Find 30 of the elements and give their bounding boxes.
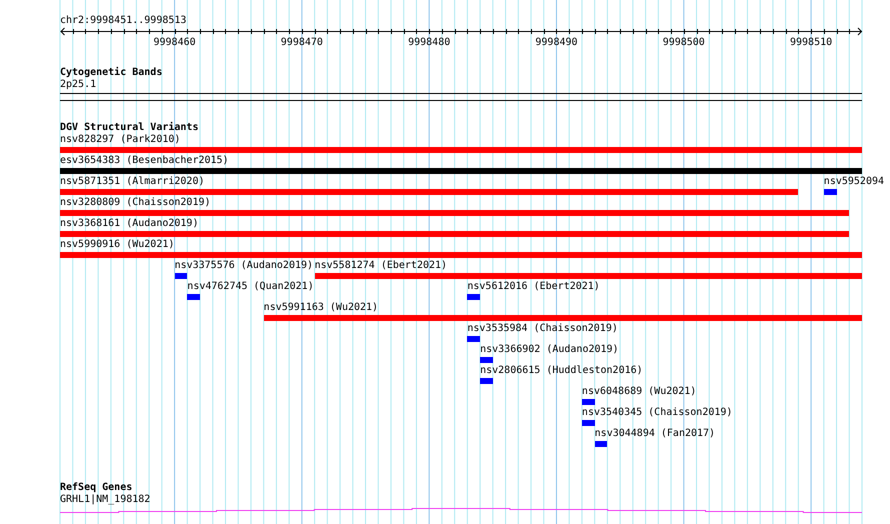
band-label: 2p25.1 — [60, 79, 98, 91]
variant-label: nsv5581274 (Ebert2021) — [314, 260, 448, 272]
variant-label: nsv5952094 — [824, 176, 884, 188]
tick-label: 9998490 — [535, 37, 578, 49]
variant-label: nsv5991163 (Wu2021) — [264, 302, 378, 314]
track-title: DGV Structural Variants — [60, 122, 200, 134]
tick-label: 9998470 — [280, 37, 323, 49]
variant-label: nsv2806615 (Huddleston2016) — [480, 365, 643, 377]
track-title: Cytogenetic Bands — [60, 67, 164, 79]
variant-label: nsv3535984 (Chaisson2019) — [467, 323, 618, 335]
variant-label: nsv5990916 (Wu2021) — [60, 239, 174, 251]
variant-label: nsv5612016 (Ebert2021) — [467, 281, 600, 293]
variant-label: nsv828297 (Park2010) — [60, 134, 180, 146]
variant-label: nsv3368161 (Audano2019) — [60, 218, 198, 230]
variant-label: nsv4762745 (Quan2021) — [187, 281, 314, 293]
variant-label: nsv3366902 (Audano2019) — [480, 344, 619, 356]
tick-label: 9998500 — [662, 37, 705, 49]
tick-label: 9998510 — [790, 37, 832, 49]
location-label: chr2:9998451..9998513 — [60, 15, 188, 27]
variant-label: esv3654383 (Besenbacher2015) — [60, 155, 229, 167]
variant-label: nsv3375576 (Audano2019) — [174, 260, 314, 272]
variant-label: nsv6048689 (Wu2021) — [582, 386, 696, 398]
variant-label: nsv5871351 (Almarri2020) — [60, 176, 204, 188]
track-title: RefSeq Genes — [60, 482, 134, 494]
variant-label: nsv3540345 (Chaisson2019) — [582, 407, 732, 419]
variant-label: nsv3044894 (Fan2017) — [594, 428, 716, 440]
tick-label: 9998480 — [408, 37, 450, 49]
tick-label: 9998460 — [153, 37, 196, 49]
variant-label: nsv3280809 (Chaisson2019) — [60, 197, 211, 209]
gene-label: GRHL1|NM_198182 — [60, 494, 152, 506]
